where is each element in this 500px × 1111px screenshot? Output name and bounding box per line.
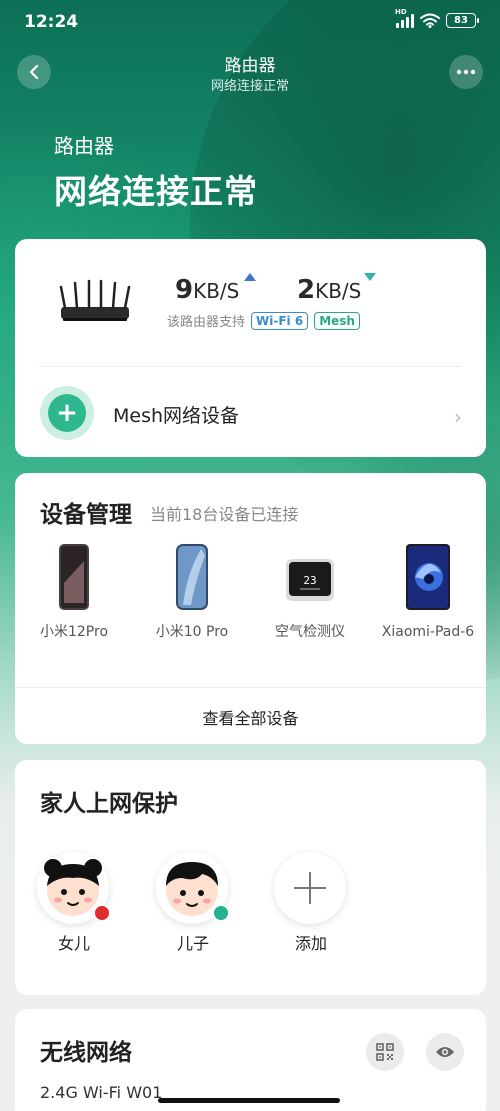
wireless-title: 无线网络: [40, 1040, 132, 1066]
mesh-label: Mesh网络设备: [113, 405, 240, 427]
device-name: 小米12Pro: [39, 624, 109, 640]
status-dot: [212, 904, 230, 922]
plus-icon: [294, 872, 326, 904]
device-item[interactable]: 小米10 Pro: [137, 543, 247, 642]
add-member-button[interactable]: 添加: [274, 852, 348, 954]
home-indicator: [158, 1098, 340, 1103]
device-name: Xiaomi-Pad-6: [381, 624, 475, 640]
family-title: 家人上网保护: [40, 791, 178, 817]
member-name: 儿子: [176, 934, 209, 953]
devices-title: 设备管理: [40, 502, 132, 528]
devices-subtitle: 当前18台设备已连接: [150, 505, 299, 524]
view-all-devices-button[interactable]: 查看全部设备: [15, 705, 486, 729]
hero-title: 路由器: [54, 134, 114, 158]
battery-level: 83: [454, 15, 468, 26]
divider: [15, 687, 486, 688]
eye-icon: [436, 1047, 454, 1057]
air-monitor-icon: 23: [286, 559, 334, 601]
chevron-right-icon: ›: [454, 405, 462, 429]
support-text: 该路由器支持: [167, 315, 246, 330]
nav-subtitle: 网络连接正常: [210, 79, 289, 94]
support-row: 该路由器支持 Wi-Fi 6 Mesh: [167, 311, 360, 330]
upload-value: 9: [175, 275, 194, 305]
member-name: 女儿: [57, 934, 90, 953]
qr-code-button[interactable]: [366, 1033, 404, 1071]
device-item[interactable]: 小米12Pro: [19, 543, 129, 642]
device-name: 空气检测仪: [275, 624, 345, 640]
member-daughter[interactable]: 女儿: [37, 852, 111, 954]
status-bar: 12:24 HD 83: [0, 0, 500, 44]
status-dot: [93, 904, 111, 922]
tablet-icon: [406, 544, 450, 610]
battery-icon: 83: [446, 13, 479, 28]
member-son[interactable]: 儿子: [156, 852, 230, 954]
signal-icon: HD: [395, 8, 414, 28]
device-management-card: 设备管理 当前18台设备已连接 小米12Pro 小米10 Pro 23 空气检测…: [15, 473, 486, 744]
download-value: 2: [297, 275, 316, 305]
add-mesh-icon: +: [40, 386, 94, 440]
mesh-tag: Mesh: [314, 311, 360, 330]
upload-speed: 9KB/S: [175, 275, 239, 305]
status-time: 12:24: [24, 12, 79, 32]
wifi-icon: [420, 13, 440, 28]
download-arrow-icon: [364, 273, 376, 281]
phone-icon: [176, 544, 208, 610]
wireless-network-card: 无线网络 2.4G Wi-Fi W01: [15, 1009, 486, 1111]
device-list: 小米12Pro 小米10 Pro 23 空气检测仪 Xiaomi-Pad-6: [15, 543, 486, 673]
qr-code-icon: [376, 1043, 394, 1061]
daughter-avatar: [37, 852, 111, 924]
device-name: 小米10 Pro: [155, 624, 229, 640]
upload-arrow-icon: [244, 273, 256, 281]
add-member-label: 添加: [294, 934, 327, 953]
router-icon: [59, 279, 131, 321]
son-avatar: [156, 852, 230, 924]
hero-status: 网络连接正常: [54, 172, 258, 211]
upload-unit: KB/S: [193, 279, 240, 303]
device-item[interactable]: 23 空气检测仪: [255, 543, 365, 642]
mesh-devices-row[interactable]: + Mesh网络设备 ›: [15, 369, 486, 457]
device-item[interactable]: Xiaomi-Pad-6: [373, 543, 483, 642]
download-unit: KB/S: [315, 279, 362, 303]
air-monitor-display: 23: [303, 574, 316, 587]
add-member-circle: [274, 852, 346, 924]
download-speed: 2KB/S: [297, 275, 361, 305]
show-password-button[interactable]: [426, 1033, 464, 1071]
wifi-network-name: 2.4G Wi-Fi W01: [40, 1083, 163, 1102]
router-card[interactable]: 9KB/S 2KB/S 该路由器支持 Wi-Fi 6 Mesh + Mesh网络…: [15, 239, 486, 457]
hero: 路由器 网络连接正常: [54, 130, 258, 213]
network-label: HD: [395, 7, 407, 16]
top-nav: 路由器 网络连接正常: [0, 44, 500, 102]
phone-icon: [59, 544, 89, 610]
wifi6-tag: Wi-Fi 6: [251, 311, 309, 330]
more-icon: [456, 69, 476, 75]
nav-title: 路由器: [224, 56, 276, 76]
family-protection-card: 家人上网保护 女儿 儿子 添加: [15, 760, 486, 995]
divider: [39, 366, 462, 367]
more-button[interactable]: [449, 55, 483, 89]
